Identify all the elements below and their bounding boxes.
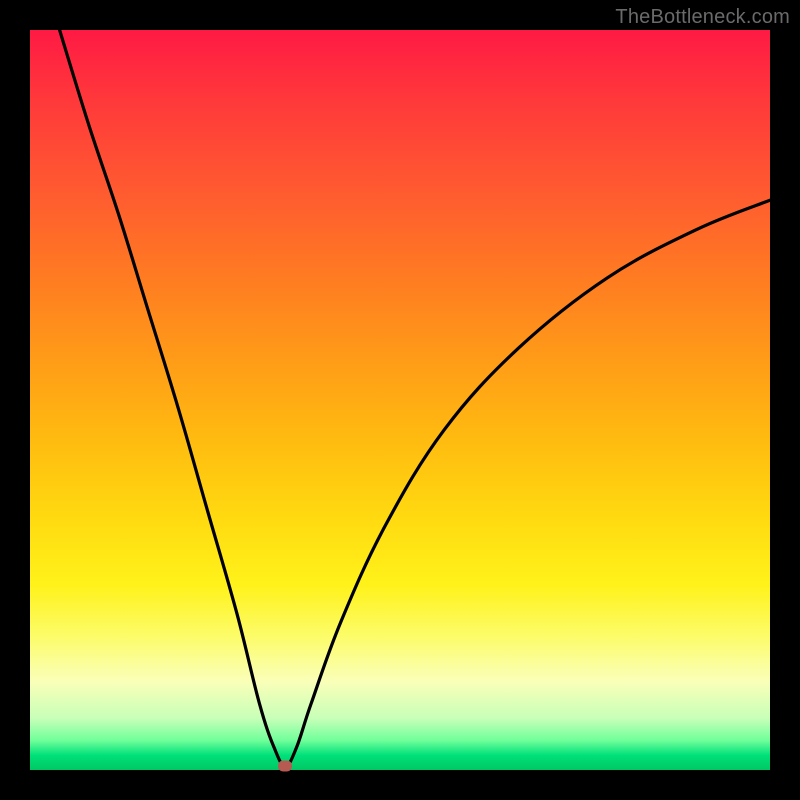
plot-area [30,30,770,770]
minimum-marker [278,761,292,772]
bottleneck-curve-path [60,30,770,766]
watermark-text: TheBottleneck.com [615,6,790,29]
curve-svg [30,30,770,770]
chart-frame: TheBottleneck.com [0,0,800,800]
